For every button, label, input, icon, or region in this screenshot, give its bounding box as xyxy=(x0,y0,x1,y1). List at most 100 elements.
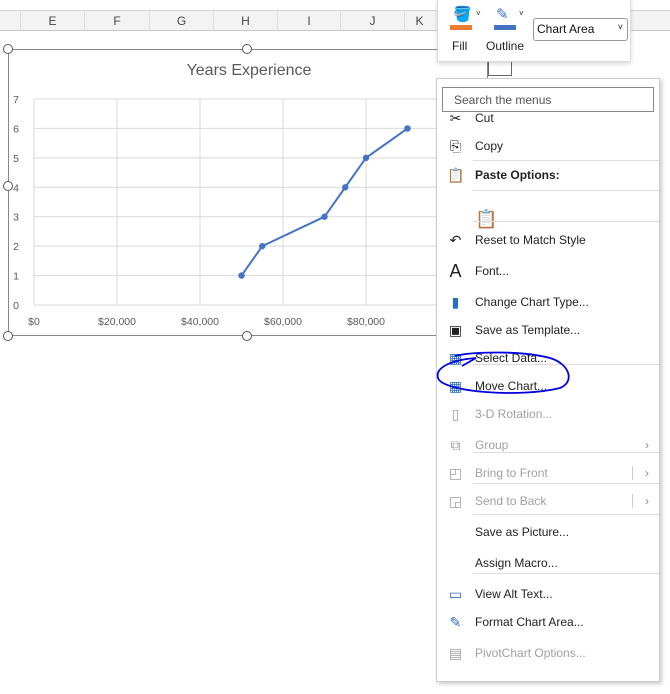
menu-item-label: PivotChart Options... xyxy=(475,646,586,660)
menu-separator xyxy=(473,221,659,222)
menu-item-label: Bring to Front xyxy=(475,466,548,480)
plot-area: 01234567$0$20,000$40,000$60,000$80,000$1 xyxy=(13,94,455,328)
menu-item-label: Send to Back xyxy=(475,494,547,508)
chevron-right-icon: › xyxy=(645,494,649,508)
outline-button[interactable]: ✎ ˅ Outline xyxy=(484,3,530,57)
menu-item-3-d-rotation[interactable]: ▯ 3-D Rotation... xyxy=(437,401,659,427)
data-point xyxy=(362,154,370,162)
menu-item-copy[interactable]: ⎘ Copy xyxy=(437,133,659,159)
format-mini-toolbar: 🪣 ˅ Fill ✎ ˅ Outline Chart Area ˅ xyxy=(437,0,631,62)
fill-button[interactable]: 🪣 ˅ Fill xyxy=(448,3,484,57)
font-icon: A xyxy=(449,261,462,281)
menu-separator xyxy=(473,160,659,161)
alt-text-icon: ▭ xyxy=(448,586,463,602)
menu-item-paste-options: 📋 Paste Options: xyxy=(437,162,659,188)
menu-item-font[interactable]: A Font... xyxy=(437,258,659,284)
resize-handle[interactable] xyxy=(242,331,252,341)
chevron-down-icon: ˅ xyxy=(519,9,524,18)
y-tick-label: 7 xyxy=(13,94,19,106)
paste-keep-formatting-button[interactable]: 📋 xyxy=(437,206,659,232)
chart-element-select[interactable]: Chart Area ˅ xyxy=(533,18,628,41)
y-tick-label: 6 xyxy=(13,123,19,135)
series-line xyxy=(240,127,409,277)
menu-item-label: Group xyxy=(475,438,509,452)
data-point xyxy=(404,125,411,132)
menu-separator xyxy=(473,514,659,515)
scissors-icon: ✂ xyxy=(449,110,462,126)
menu-item-save-as-picture[interactable]: Save as Picture... xyxy=(437,519,659,545)
menu-item-label: Paste Options: xyxy=(475,168,560,182)
menu-item-label: Font... xyxy=(475,264,510,278)
paint-bucket-icon: 🪣 xyxy=(453,6,472,23)
menu-item-change-chart-type[interactable]: ▮ Change Chart Type... xyxy=(437,289,659,315)
menu-item-view-alt-text[interactable]: ▭ View Alt Text... xyxy=(437,581,659,607)
fill-label: Fill xyxy=(452,39,468,53)
resize-handle[interactable] xyxy=(3,181,13,191)
x-tick-label: $40,000 xyxy=(181,316,219,328)
menu-separator xyxy=(473,190,659,191)
resize-handle[interactable] xyxy=(242,44,252,54)
menu-item-label: Select Data... xyxy=(475,351,548,365)
x-tick-label: $20,000 xyxy=(98,316,136,328)
menu-item-label: Format Chart Area... xyxy=(475,615,584,629)
copy-icon: ⎘ xyxy=(449,138,462,154)
x-tick-label: $0 xyxy=(28,316,40,328)
resize-handle[interactable] xyxy=(3,44,13,54)
resize-handle[interactable] xyxy=(3,331,13,341)
menu-item-move-chart[interactable]: ▦ Move Chart... xyxy=(437,373,659,399)
menu-item-format-chart-area[interactable]: ✎ Format Chart Area... xyxy=(437,609,659,635)
save-template-icon: ▣ xyxy=(448,322,463,338)
context-menu: Search the menus ✂ Cut ⎘ Copy 📋 Paste Options… xyxy=(436,78,660,682)
y-tick-label: 0 xyxy=(13,300,19,312)
menu-item-select-data[interactable]: ▦ Select Data... xyxy=(437,345,659,371)
menu-item-cut[interactable]: ✂ Cut xyxy=(437,105,659,131)
menu-separator xyxy=(473,452,659,453)
menu-item-save-as-template[interactable]: ▣ Save as Template... xyxy=(437,317,659,343)
menu-item-label: Change Chart Type... xyxy=(475,295,589,309)
menu-item-send-to-back[interactable]: ◲ Send to Back › xyxy=(437,488,659,514)
menu-item-label: Cut xyxy=(475,111,494,125)
pen-icon: ✎ xyxy=(496,6,509,23)
menu-item-group[interactable]: ⧉ Group › xyxy=(437,432,659,458)
split-divider xyxy=(632,466,633,480)
paste-icon: 📋 xyxy=(447,167,465,183)
y-tick-label: 1 xyxy=(13,271,19,283)
paste-icon: 📋 xyxy=(475,209,498,229)
chevron-right-icon: › xyxy=(645,438,649,452)
menu-item-label: Copy xyxy=(475,139,504,153)
menu-item-pivotchart-options[interactable]: ▤ PivotChart Options... xyxy=(437,640,659,666)
menu-item-label: Save as Picture... xyxy=(475,525,570,539)
menu-item-label: Reset to Match Style xyxy=(475,233,586,247)
group-icon: ⧉ xyxy=(450,437,461,453)
data-point xyxy=(342,184,349,191)
bring-front-icon: ◰ xyxy=(448,465,463,481)
chart-elements-button[interactable] xyxy=(488,60,512,76)
rotation-icon: ▯ xyxy=(451,406,460,422)
move-chart-icon: ▦ xyxy=(448,378,463,394)
menu-separator xyxy=(473,573,659,574)
chart-area[interactable]: Years Experience 0 1 2 3 4 5 6 7 $0 $20,000 $40,00… xyxy=(8,49,488,336)
chevron-down-icon: ˅ xyxy=(617,22,623,32)
menu-item-label: Move Chart... xyxy=(475,379,548,393)
y-tick-label: 5 xyxy=(13,153,19,165)
x-tick-label: $60,000 xyxy=(264,316,302,328)
y-tick-label: 3 xyxy=(13,212,19,224)
y-tick-label: 2 xyxy=(13,241,19,253)
menu-item-label: View Alt Text... xyxy=(475,587,553,601)
menu-separator xyxy=(473,364,659,365)
data-point xyxy=(321,213,328,220)
split-divider xyxy=(632,494,633,508)
menu-separator xyxy=(473,483,659,484)
chevron-down-icon: ˅ xyxy=(476,9,481,18)
menu-item-label: 3-D Rotation... xyxy=(475,407,553,421)
reset-style-icon: ↶ xyxy=(449,232,462,248)
send-back-icon: ◲ xyxy=(448,493,463,509)
data-point xyxy=(238,272,245,279)
y-tick-label: 4 xyxy=(13,182,19,194)
x-tick-label: $80,000 xyxy=(347,316,385,328)
select-value: Chart Area xyxy=(537,22,595,36)
menu-item-label: Assign Macro... xyxy=(475,556,558,570)
format-icon: ✎ xyxy=(449,614,462,630)
menu-item-label: Save as Template... xyxy=(475,323,581,337)
select-data-icon: ▦ xyxy=(448,350,463,366)
